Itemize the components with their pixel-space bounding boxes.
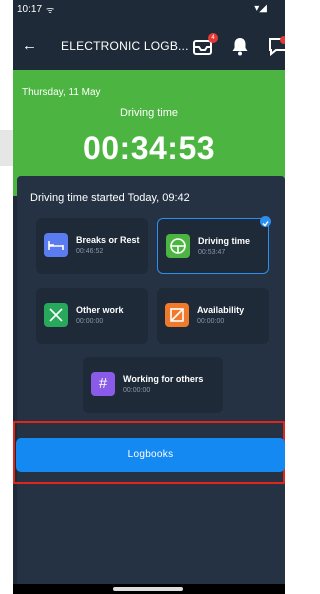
date-label: Thursday, 11 May [22,87,101,98]
nav-bar [13,584,285,594]
wifi-battery-icon: ▾◢ [254,3,267,14]
activity-availability[interactable]: Availability 00:00:00 [157,288,269,344]
timer-display: 00:34:53 [82,130,216,166]
activity-driving[interactable]: Driving time 00:53:47 [157,216,271,274]
home-indicator[interactable] [113,587,183,591]
tools-icon [44,303,68,327]
app-bar: ← ELECTRONIC LOGB... 4 [13,23,285,70]
phone-screen: 10:17 ᯤ ▾◢ ← ELECTRONIC LOGB... 4 Thursd… [13,0,285,594]
chat-icon[interactable] [268,35,285,57]
activity-time: 00:46:52 [76,248,104,255]
started-text: Driving time started Today, 09:42 [30,192,190,204]
status-bar: 10:17 ᯤ ▾◢ [13,0,285,23]
activity-breaks[interactable]: Breaks or Rest 00:46:52 [36,218,148,274]
activity-label: Driving time [119,107,179,119]
left-margin [0,0,13,594]
logbooks-button[interactable]: Logbooks [16,438,285,472]
status-time: 10:17 [17,4,43,15]
activity-time: 00:00:00 [123,387,151,394]
activity-name: Driving time [198,236,251,246]
bell-icon[interactable] [229,35,251,57]
activity-panel: Driving time started Today, 09:42 Breaks… [17,176,285,586]
bed-icon [44,233,68,257]
activity-name: Availability [197,305,245,315]
inbox-icon[interactable]: 4 [192,33,218,57]
back-arrow-icon[interactable]: ← [22,37,37,54]
app-title: ELECTRONIC LOGB... [61,39,189,53]
signal-icon: ᯤ [46,5,55,15]
activity-name: Breaks or Rest [76,235,140,245]
activity-name: Working for others [123,374,204,384]
activity-time: 00:00:00 [76,318,104,325]
hash-icon: # [91,372,115,396]
margin-strip [0,130,13,166]
activity-other-work[interactable]: Other work 00:00:00 [36,288,148,344]
selected-check-icon [260,216,271,227]
activity-name: Other work [76,305,124,315]
steering-wheel-icon [166,234,190,258]
activity-working-for-others[interactable]: # Working for others 00:00:00 [83,357,223,413]
activity-time: 00:53:47 [198,249,226,256]
activity-time: 00:00:00 [197,318,225,325]
notification-badge: 4 [208,33,218,43]
availability-icon [165,303,189,327]
